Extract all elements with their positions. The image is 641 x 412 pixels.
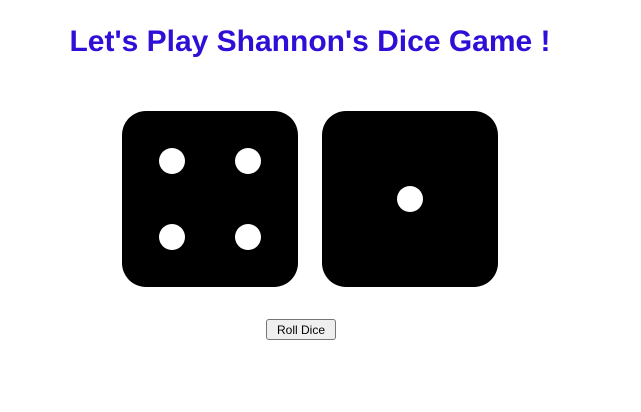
- die-2: [322, 111, 498, 287]
- dice-area: [122, 111, 498, 287]
- die-1: [122, 111, 298, 287]
- die-pip: [235, 224, 261, 250]
- die-pip: [397, 186, 423, 212]
- die-pip: [235, 148, 261, 174]
- game-title: Let's Play Shannon's Dice Game !: [69, 25, 551, 58]
- die-pip: [159, 148, 185, 174]
- roll-dice-button[interactable]: Roll Dice: [266, 319, 336, 340]
- die-pip: [159, 224, 185, 250]
